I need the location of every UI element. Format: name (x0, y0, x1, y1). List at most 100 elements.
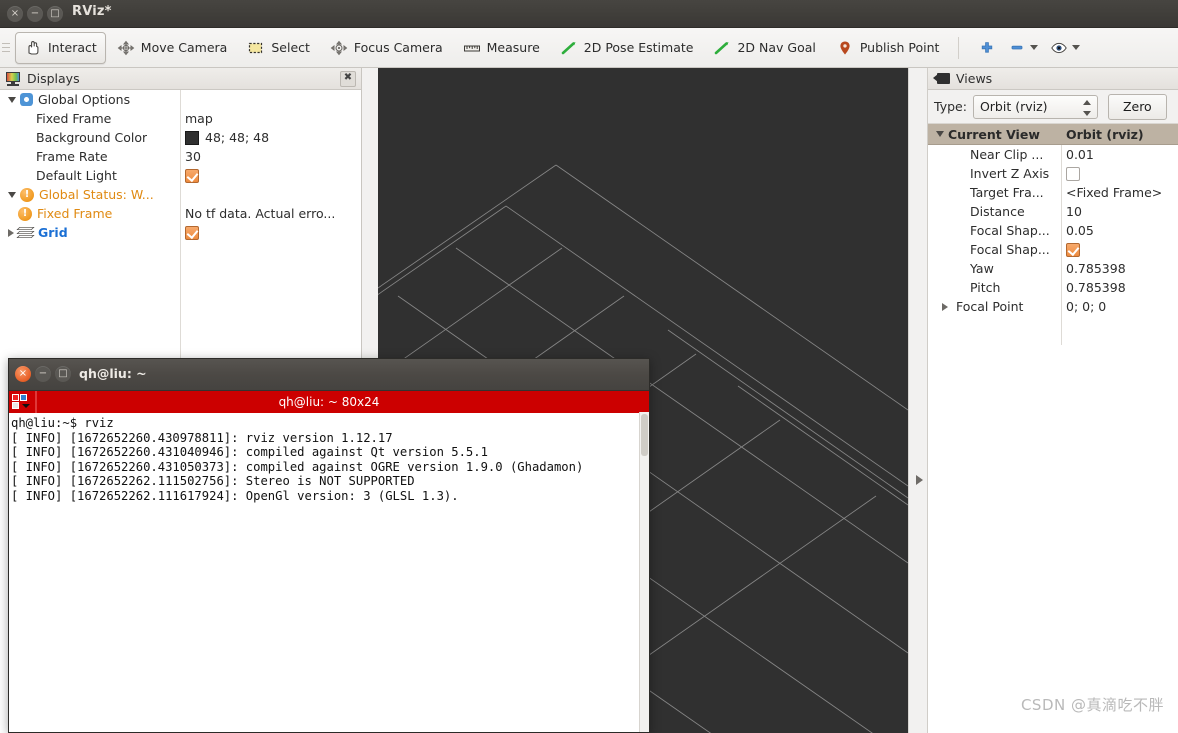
chevron-down-icon[interactable] (1072, 45, 1081, 50)
views-row-target-frame[interactable]: Target Fra... <Fixed Frame> (928, 183, 1178, 202)
tool-focus-camera-label: Focus Camera (353, 40, 443, 55)
chevron-down-icon[interactable] (936, 131, 944, 137)
views-row-label: Yaw (970, 261, 994, 276)
views-row-label: Target Fra... (970, 185, 1044, 200)
tool-select-label: Select (271, 40, 310, 55)
tree-value[interactable]: 30 (185, 149, 201, 164)
views-panel-title: Views (956, 71, 993, 86)
tree-row-frame-rate[interactable]: Frame Rate 30 (0, 147, 361, 166)
tree-value[interactable]: map (185, 111, 213, 126)
minimize-icon: − (38, 368, 48, 379)
tool-2d-pose-estimate-label: 2D Pose Estimate (583, 40, 694, 55)
tree-value[interactable]: 48; 48; 48 (205, 130, 269, 145)
views-column-divider (1061, 145, 1062, 345)
chevron-right-icon[interactable] (942, 302, 948, 311)
views-row-value[interactable]: 10 (1066, 204, 1082, 219)
tool-move-camera[interactable]: Move Camera (108, 32, 237, 64)
invert-z-axis-checkbox[interactable] (1066, 166, 1080, 181)
warning-icon (18, 206, 32, 221)
remove-tool-button[interactable] (1002, 34, 1044, 62)
tree-row-global-options[interactable]: Global Options (0, 90, 361, 109)
green-arrow-icon (713, 40, 731, 56)
collapse-right-arrow-icon[interactable] (916, 475, 923, 485)
close-icon: × (10, 8, 20, 19)
window-minimize-button[interactable]: − (27, 6, 43, 22)
tree-label: Default Light (36, 168, 117, 183)
displays-panel-header: Displays ✖ (0, 68, 361, 90)
views-row-distance[interactable]: Distance 10 (928, 202, 1178, 221)
zero-button[interactable]: Zero (1107, 93, 1167, 120)
views-row-focal-shape-fixed-size[interactable]: Focal Shap... (928, 240, 1178, 259)
close-icon: × (18, 368, 28, 379)
views-row-focal-shape-size[interactable]: Focal Shap... 0.05 (928, 221, 1178, 240)
terminal-scrollbar-thumb[interactable] (641, 414, 648, 456)
terminal-tab-bar: qh@liu: ~ 80x24 (9, 391, 649, 413)
views-row-invert-z-axis[interactable]: Invert Z Axis (928, 164, 1178, 183)
terminal-line: [ INFO] [1672652262.111617924]: OpenGl v… (11, 488, 459, 503)
views-type-combobox[interactable]: Orbit (rviz) (972, 94, 1098, 119)
tree-row-background-color[interactable]: Background Color 48; 48; 48 (0, 128, 361, 147)
chevron-down-icon[interactable] (8, 191, 16, 198)
add-tool-button[interactable] (972, 34, 1002, 62)
views-row-value[interactable]: 0.785398 (1066, 261, 1126, 276)
terminal-line: qh@liu:~$ rviz (11, 416, 114, 430)
spinner-arrows-icon[interactable] (1082, 99, 1092, 117)
tree-row-grid[interactable]: Grid (0, 223, 361, 242)
toolbar-grip[interactable] (2, 37, 12, 59)
terminal-close-button[interactable]: × (15, 366, 31, 382)
views-row-value[interactable]: <Fixed Frame> (1066, 185, 1162, 200)
views-row-value[interactable]: 0.785398 (1066, 280, 1126, 295)
chevron-down-icon[interactable] (1030, 45, 1039, 50)
terminal-output[interactable]: qh@liu:~$ rviz [ INFO] [1672652260.43097… (9, 413, 649, 732)
views-header-col1: Current View (948, 126, 1040, 142)
tree-row-global-status[interactable]: Global Status: W... (0, 185, 361, 204)
tool-measure[interactable]: Measure (454, 32, 549, 64)
views-row-focal-point[interactable]: Focal Point 0; 0; 0 (928, 297, 1178, 316)
views-row-yaw[interactable]: Yaw 0.785398 (928, 259, 1178, 278)
tree-row-fixed-frame[interactable]: Fixed Frame map (0, 109, 361, 128)
chevron-right-icon[interactable] (8, 228, 14, 237)
tool-publish-point[interactable]: Publish Point (827, 32, 949, 64)
default-light-checkbox[interactable] (185, 168, 199, 183)
terminal-scrollbar[interactable] (639, 412, 649, 732)
viewport-views-splitter[interactable] (908, 68, 928, 733)
tool-focus-camera[interactable]: Focus Camera (321, 32, 452, 64)
views-row-label: Pitch (970, 280, 1001, 295)
displays-panel-close-button[interactable]: ✖ (340, 71, 356, 87)
toolbar-separator (958, 36, 960, 59)
move-camera-icon (117, 40, 135, 56)
visibility-button[interactable] (1044, 34, 1086, 62)
tree-value: No tf data. Actual erro... (185, 206, 336, 221)
tree-label: Grid (38, 225, 68, 240)
grid-enabled-checkbox[interactable] (185, 225, 199, 240)
terminal-tab-label[interactable]: qh@liu: ~ 80x24 (9, 395, 649, 409)
views-row-value[interactable]: 0.01 (1066, 147, 1094, 162)
terminal-window[interactable]: × − □ qh@liu: ~ qh@liu: ~ 80x24 qh@liu:~… (8, 358, 650, 733)
views-row-near-clip[interactable]: Near Clip ... 0.01 (928, 145, 1178, 164)
warning-icon (20, 187, 34, 202)
tool-interact[interactable]: Interact (15, 31, 106, 64)
tree-row-default-light[interactable]: Default Light (0, 166, 361, 185)
tree-label: Frame Rate (36, 149, 108, 164)
grid-icon (16, 226, 35, 239)
views-row-value[interactable]: 0.05 (1066, 223, 1094, 238)
tree-row-status-fixed-frame[interactable]: Fixed Frame No tf data. Actual erro... (0, 204, 361, 223)
window-close-button[interactable]: × (7, 6, 23, 22)
terminal-minimize-button[interactable]: − (35, 366, 51, 382)
window-controls: × − □ (7, 6, 63, 22)
views-row-pitch[interactable]: Pitch 0.785398 (928, 278, 1178, 297)
views-type-label: Type: (934, 99, 967, 114)
tree-label: Background Color (36, 130, 148, 145)
tool-interact-label: Interact (48, 40, 97, 55)
plus-icon (978, 40, 996, 56)
views-type-value: Orbit (rviz) (979, 98, 1048, 114)
tool-select[interactable]: Select (238, 32, 319, 64)
views-row-value[interactable]: 0; 0; 0 (1066, 299, 1106, 314)
window-maximize-button[interactable]: □ (47, 6, 63, 22)
terminal-maximize-button[interactable]: □ (55, 366, 71, 382)
tool-2d-pose-estimate[interactable]: 2D Pose Estimate (551, 32, 703, 64)
tool-2d-nav-goal[interactable]: 2D Nav Goal (704, 32, 824, 64)
main-toolbar: Interact Move Camera Select Focus Camera… (0, 28, 1178, 68)
chevron-down-icon[interactable] (8, 96, 16, 103)
focal-shape-fixed-size-checkbox[interactable] (1066, 242, 1080, 257)
